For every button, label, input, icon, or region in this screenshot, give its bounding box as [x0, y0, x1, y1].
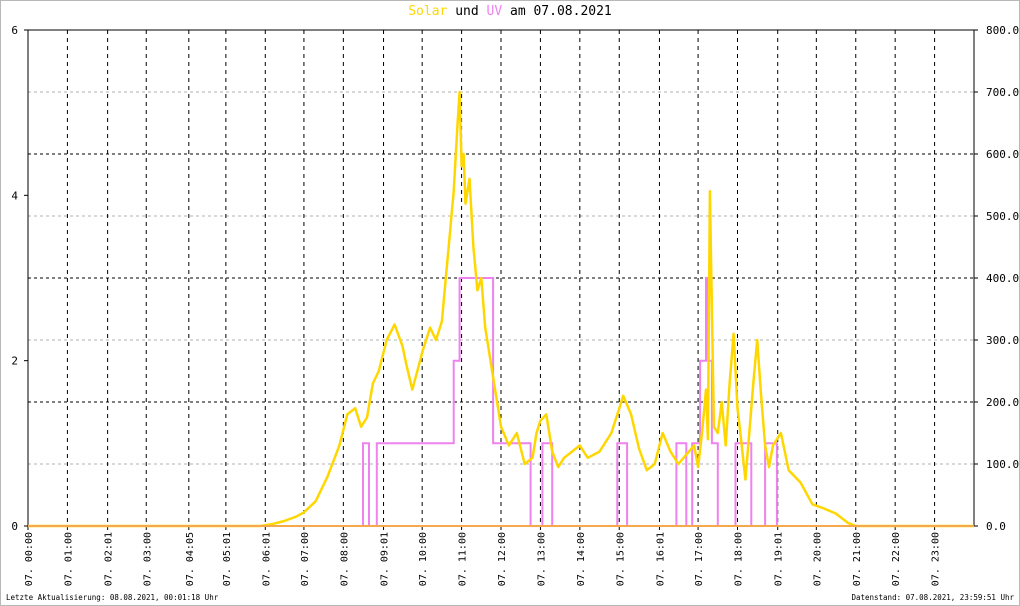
x-tick-label: 07. 18:00: [734, 532, 745, 586]
x-tick-label: 07. 23:00: [931, 532, 942, 586]
x-tick-label: 07. 08:00: [339, 532, 350, 586]
x-tick-label: 07. 11:00: [458, 532, 469, 586]
plot-area: 0 2 4 6 0.0 100.0 200.0 300.0 400.0 500.0 600.0 700…: [11, 24, 1019, 586]
series-layer: [28, 90, 974, 528]
y-right-tick-label: 100.0: [986, 458, 1019, 471]
y-right-tick-label: 200.0: [986, 396, 1019, 409]
grid: [28, 30, 974, 526]
tick-labels: 0 2 4 6 0.0 100.0 200.0 300.0 400.0 500.0 600.0 700…: [11, 24, 1019, 586]
x-tick-label: 07. 16:01: [655, 532, 666, 586]
x-tick-label: 07. 15:00: [615, 532, 626, 586]
x-tick-label: 07. 09:01: [380, 532, 391, 586]
y-left-tick-label: 2: [11, 355, 18, 368]
series-line-solar: [28, 90, 974, 528]
x-tick-label: 07. 20:00: [812, 532, 823, 586]
chart-canvas: Solar und UV am 07.08.2021 0 2 4 6 0.0 100.0 2…: [0, 0, 1020, 606]
x-tick-label: 07. 21:00: [852, 532, 863, 586]
x-tick-label: 07. 02:01: [104, 532, 115, 586]
x-tick-label: 07. 01:00: [63, 532, 74, 586]
x-tick-label: 07. 06:01: [261, 532, 272, 586]
x-tick-label: 07. 19:01: [774, 532, 785, 586]
x-tick-label: 07. 12:00: [497, 532, 508, 586]
x-tick-label: 07. 03:00: [142, 532, 153, 586]
x-tick-label: 07. 14:00: [576, 532, 587, 586]
y-left-tick-label: 4: [11, 189, 18, 202]
y-left-tick-label: 6: [11, 24, 18, 37]
last-update-footer: Letzte Aktualisierung: 08.08.2021, 00:01…: [6, 593, 219, 602]
y-right-tick-label: 400.0: [986, 272, 1019, 285]
y-right-tick-label: 700.0: [986, 86, 1019, 99]
x-tick-label: 07. 04:05: [185, 532, 196, 586]
y-right-tick-label: 0.0: [986, 520, 1006, 533]
y-left-tick-label: 0: [11, 520, 18, 533]
x-tick-label: 07. 10:00: [418, 532, 429, 586]
x-tick-label: 07. 07:00: [300, 532, 311, 586]
y-right-tick-label: 300.0: [986, 334, 1019, 347]
x-tick-label: 07. 17:00: [694, 532, 705, 586]
x-tick-label: 07. 05:01: [222, 532, 233, 586]
y-right-tick-label: 800.0: [986, 24, 1019, 37]
x-tick-label: 07. 13:00: [536, 532, 547, 586]
x-tick-label: 07. 22:00: [891, 532, 902, 586]
y-right-tick-label: 600.0: [986, 148, 1019, 161]
data-status-footer: Datenstand: 07.08.2021, 23:59:51 Uhr: [851, 593, 1014, 602]
y-right-tick-label: 500.0: [986, 210, 1019, 223]
x-tick-label: 07. 00:00: [24, 532, 35, 586]
